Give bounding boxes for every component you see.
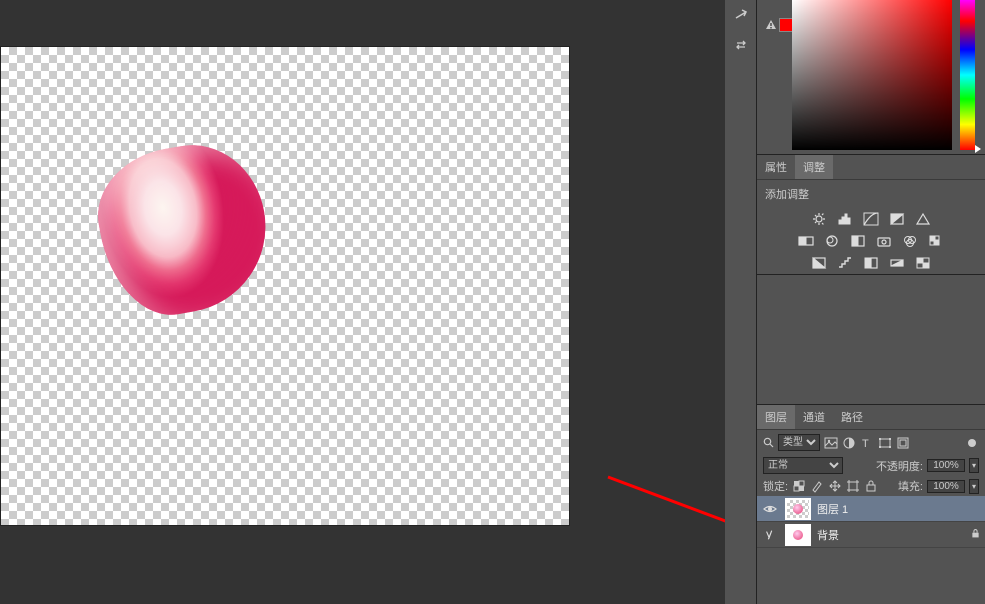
tab-adjustments[interactable]: 调整 xyxy=(795,155,833,179)
lock-artboard-icon[interactable] xyxy=(846,479,860,493)
opacity-value[interactable]: 100% xyxy=(927,459,965,472)
color-balance-icon[interactable] xyxy=(824,234,840,248)
swap-icon[interactable] xyxy=(725,30,757,60)
layers-panel: 图层 通道 路径 类型 T 正常 不透明度: 100% ▾ 锁定: xyxy=(757,404,985,604)
threshold-icon[interactable] xyxy=(863,256,879,270)
lock-paint-icon[interactable] xyxy=(810,479,824,493)
adjustment-row-3 xyxy=(757,252,985,274)
hue-sat-icon[interactable] xyxy=(798,234,814,248)
levels-icon[interactable] xyxy=(837,212,853,226)
layer-thumbnail[interactable] xyxy=(785,498,811,520)
opacity-dropdown-icon[interactable]: ▾ xyxy=(969,458,979,473)
panel-filler xyxy=(757,275,985,404)
layer-filter-row: 类型 T xyxy=(757,430,985,455)
lock-label: 锁定: xyxy=(763,478,788,494)
options-strip xyxy=(725,0,757,604)
visibility-toggle[interactable] xyxy=(761,500,779,518)
layer-name[interactable]: 背景 xyxy=(817,527,839,543)
svg-text:T: T xyxy=(862,438,869,450)
blend-mode-select[interactable]: 正常 xyxy=(763,457,843,474)
channel-mixer-icon[interactable] xyxy=(902,234,918,248)
selective-color-icon[interactable] xyxy=(915,256,931,270)
opacity-label: 不透明度: xyxy=(876,458,923,474)
fill-value[interactable]: 100% xyxy=(927,480,965,493)
color-field[interactable] xyxy=(792,0,952,150)
invert-icon[interactable] xyxy=(811,256,827,270)
lock-position-icon[interactable] xyxy=(828,479,842,493)
document-canvas[interactable] xyxy=(0,46,570,526)
tab-layers[interactable]: 图层 xyxy=(757,405,795,429)
adjustments-tabs: 属性 调整 xyxy=(757,155,985,180)
vibrance-icon[interactable] xyxy=(915,212,931,226)
tab-channels[interactable]: 通道 xyxy=(795,405,833,429)
color-lookup-icon[interactable] xyxy=(928,234,944,248)
brightness-icon[interactable] xyxy=(811,212,827,226)
adjustment-row-2 xyxy=(757,230,985,252)
hue-slider[interactable] xyxy=(960,0,975,150)
tab-paths[interactable]: 路径 xyxy=(833,405,871,429)
lock-all-icon[interactable] xyxy=(864,479,878,493)
search-icon xyxy=(763,437,774,448)
posterize-icon[interactable] xyxy=(837,256,853,270)
gamut-warning-icon[interactable] xyxy=(765,19,777,31)
filter-shape-icon[interactable] xyxy=(878,436,892,450)
layer-name[interactable]: 图层 1 xyxy=(817,501,848,517)
filter-pixel-icon[interactable] xyxy=(824,436,838,450)
image-content-rose xyxy=(88,134,279,325)
layer-row-background[interactable]: 背景 xyxy=(757,522,985,548)
right-panel-stack: 属性 调整 添加调整 图层 xyxy=(757,0,985,604)
lock-transparency-icon[interactable] xyxy=(792,479,806,493)
blend-row: 正常 不透明度: 100% ▾ xyxy=(757,455,985,476)
add-adjustment-label: 添加调整 xyxy=(757,180,985,208)
tab-properties[interactable]: 属性 xyxy=(757,155,795,179)
filter-adjust-icon[interactable] xyxy=(842,436,856,450)
adjustments-panel: 属性 调整 添加调整 xyxy=(757,155,985,275)
lock-row: 锁定: 填充: 100% ▾ xyxy=(757,476,985,496)
lock-icon xyxy=(970,528,981,542)
tool-icon-1[interactable] xyxy=(725,0,757,30)
curves-icon[interactable] xyxy=(863,212,879,226)
photo-filter-icon[interactable] xyxy=(876,234,892,248)
filter-kind-select[interactable]: 类型 xyxy=(778,434,820,451)
color-panel xyxy=(757,0,985,155)
adjustment-row-1 xyxy=(757,208,985,230)
bw-icon[interactable] xyxy=(850,234,866,248)
fill-label: 填充: xyxy=(898,478,923,494)
layers-tabs: 图层 通道 路径 xyxy=(757,405,985,430)
layer-list: 图层 1 背景 xyxy=(757,496,985,604)
color-swatches xyxy=(765,18,793,32)
gradient-map-icon[interactable] xyxy=(889,256,905,270)
foreground-color-swatch[interactable] xyxy=(779,18,793,32)
canvas-workspace xyxy=(0,0,725,604)
visibility-toggle-off[interactable] xyxy=(761,526,779,544)
exposure-icon[interactable] xyxy=(889,212,905,226)
layer-row-1[interactable]: 图层 1 xyxy=(757,496,985,522)
filter-toggle-icon[interactable] xyxy=(965,436,979,450)
layer-thumbnail[interactable] xyxy=(785,524,811,546)
filter-smart-icon[interactable] xyxy=(896,436,910,450)
fill-dropdown-icon[interactable]: ▾ xyxy=(969,479,979,494)
filter-type-icon[interactable]: T xyxy=(860,436,874,450)
